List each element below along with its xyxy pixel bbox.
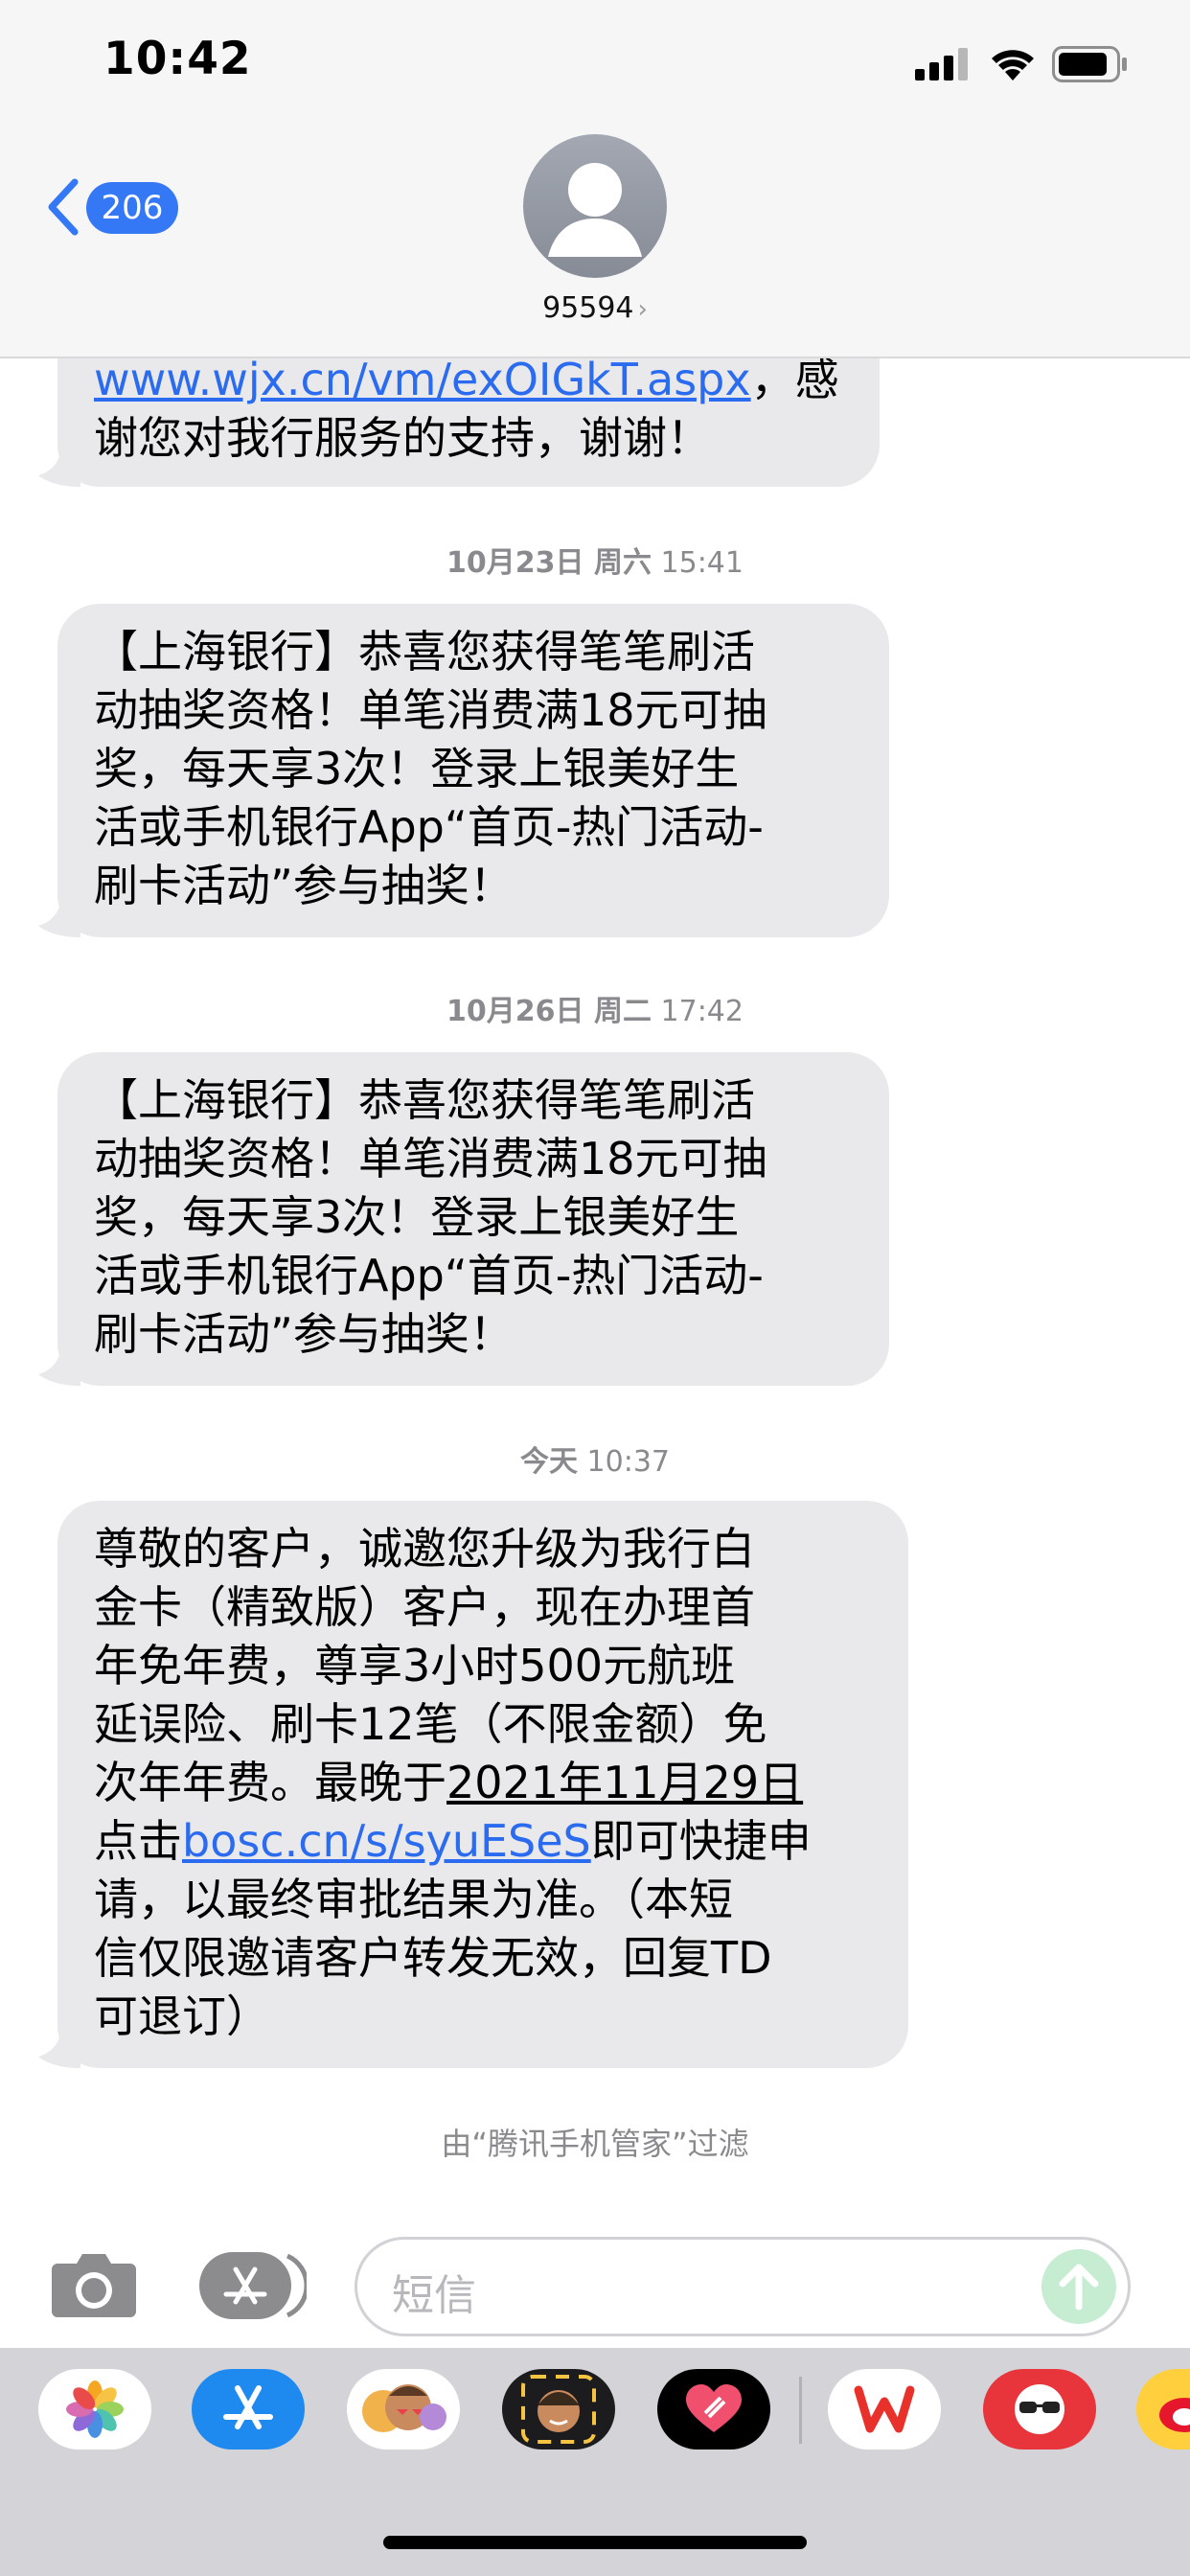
message-timestamp: 10月23日 周六 15:41 bbox=[446, 546, 744, 580]
digital-touch-app-icon[interactable] bbox=[657, 2369, 770, 2450]
message-bubble[interactable]: 尊敬的客户，诚邀您升级为我行白 金卡（精致版）客户，现在办理首 年免年费，尊享3… bbox=[38, 1501, 908, 2068]
message-input[interactable]: 短信 bbox=[355, 2237, 1131, 2336]
message-text: 【上海银行】恭喜您获得笔笔刷活 动抽奖资格！单笔消费满18元可抽 奖，每天享3次… bbox=[94, 626, 767, 911]
memoji-stickers-app-icon[interactable] bbox=[502, 2369, 615, 2450]
message-timestamp: 今天 10:37 bbox=[519, 1445, 670, 1479]
conversation-header: 10:42 206 95594 › bbox=[0, 0, 1190, 358]
contact-avatar[interactable] bbox=[523, 134, 667, 278]
status-time: 10:42 bbox=[103, 33, 252, 85]
message-text: www.wjx.cn/vm/exOIGkT.aspx，感 谢您对我行服务的支持，… bbox=[94, 354, 839, 464]
message-link[interactable]: bosc.cn/s/syuESeS bbox=[182, 1815, 591, 1867]
message-bubble[interactable]: 【上海银行】恭喜您获得笔笔刷活 动抽奖资格！单笔消费满18元可抽 奖，每天享3次… bbox=[38, 1052, 889, 1386]
back-button[interactable]: 206 bbox=[46, 178, 190, 236]
app-store-icon[interactable] bbox=[199, 2252, 307, 2319]
contact-name: 95594 bbox=[542, 291, 634, 325]
cellular-signal-icon bbox=[915, 48, 968, 80]
filter-note: 由“腾讯手机管家”过滤 bbox=[441, 2126, 749, 2162]
message-bubble[interactable]: 【上海银行】恭喜您获得笔笔刷活 动抽奖资格！单笔消费满18元可抽 奖，每天享3次… bbox=[38, 604, 889, 937]
chevron-left-icon bbox=[48, 178, 79, 236]
wifi-icon bbox=[992, 50, 1034, 80]
weibo-app-icon[interactable] bbox=[1136, 2369, 1190, 2450]
send-button[interactable] bbox=[1041, 2249, 1116, 2324]
wps-app-icon[interactable] bbox=[828, 2369, 941, 2450]
message-placeholder: 短信 bbox=[392, 2271, 476, 2320]
message-text: 尊敬的客户，诚邀您升级为我行白 金卡（精致版）客户，现在办理首 年免年费，尊享3… bbox=[94, 1523, 812, 2042]
camera-icon[interactable] bbox=[50, 2250, 138, 2319]
chevron-right-icon: › bbox=[637, 295, 648, 324]
unread-count-badge: 206 bbox=[86, 182, 178, 234]
person-icon bbox=[548, 163, 642, 257]
bubble-tail bbox=[38, 2030, 80, 2068]
status-bar: 10:42 bbox=[0, 0, 1190, 134]
message-text: 【上海银行】恭喜您获得笔笔刷活 动抽奖资格！单笔消费满18元可抽 奖，每天享3次… bbox=[94, 1074, 767, 1360]
arrow-up-icon bbox=[1059, 2264, 1099, 2311]
battery-icon bbox=[1052, 46, 1127, 82]
home-indicator bbox=[383, 2536, 807, 2549]
app-drawer bbox=[0, 2348, 1190, 2576]
message-date[interactable]: 2021年11月29日 bbox=[446, 1757, 803, 1808]
bubble-tail bbox=[38, 448, 80, 487]
app-store-app-icon[interactable] bbox=[192, 2369, 305, 2450]
bubble-tail bbox=[38, 1347, 80, 1386]
memoji-app-icon[interactable] bbox=[347, 2369, 460, 2450]
message-timestamp: 10月26日 周二 17:42 bbox=[446, 995, 744, 1028]
message-link[interactable]: www.wjx.cn/vm/exOIGkT.aspx bbox=[94, 354, 751, 405]
contact-name-button[interactable]: 95594 › bbox=[0, 291, 1190, 325]
drawer-divider bbox=[799, 2377, 802, 2444]
bubble-tail bbox=[38, 899, 80, 937]
sunglasses-app-icon[interactable] bbox=[983, 2369, 1096, 2450]
photos-app-icon[interactable] bbox=[38, 2369, 151, 2450]
